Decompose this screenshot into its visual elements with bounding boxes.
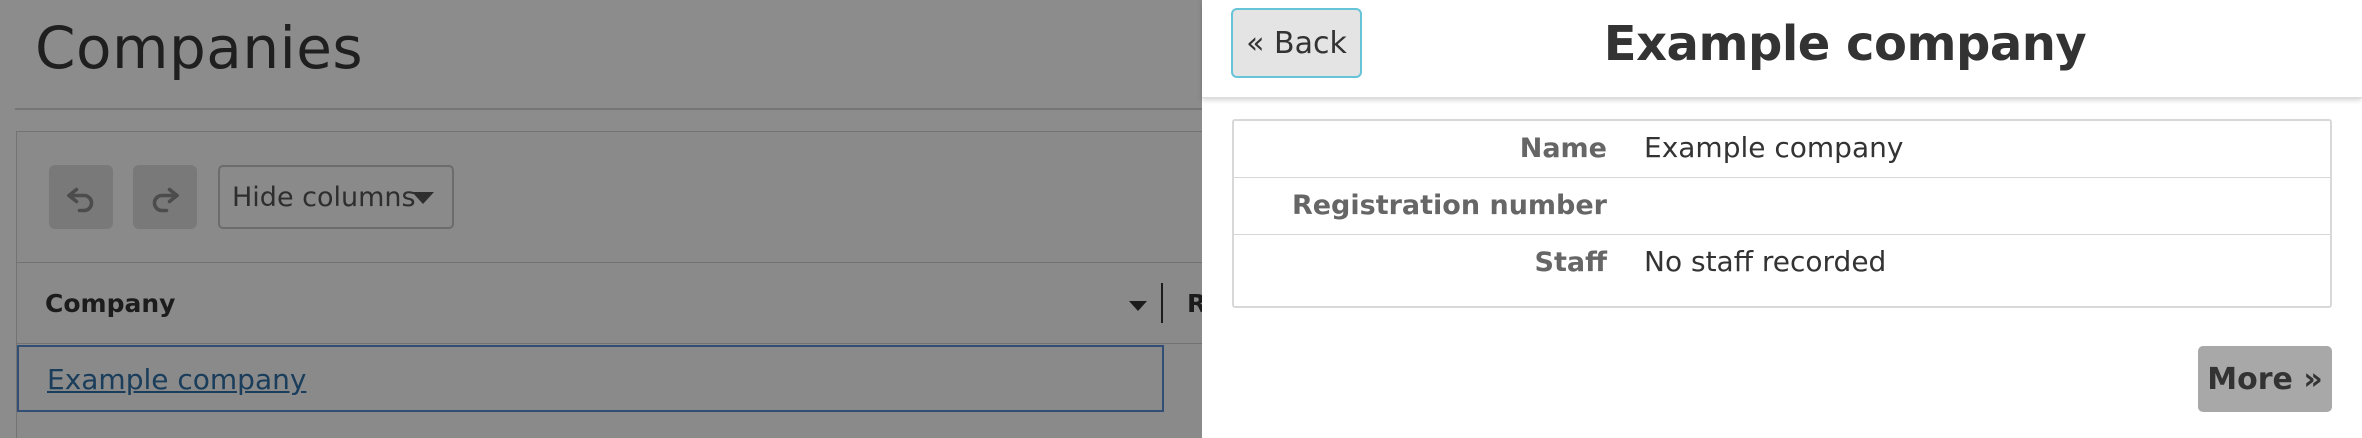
- drawer-header: « Back Example company: [1202, 0, 2362, 98]
- detail-row-name: Name Example company: [1234, 121, 2330, 178]
- modal-overlay[interactable]: [0, 0, 1202, 438]
- detail-value: Example company: [1644, 131, 1904, 164]
- company-detail-drawer: « Back Example company Name Example comp…: [1202, 0, 2362, 438]
- detail-row-staff: Staff No staff recorded: [1234, 235, 2330, 306]
- company-details-table: Name Example company Registration number…: [1232, 119, 2332, 308]
- detail-label: Name: [1519, 133, 1607, 164]
- detail-value: No staff recorded: [1644, 245, 1887, 278]
- detail-label: Registration number: [1291, 190, 1607, 221]
- detail-row-registration-number: Registration number: [1234, 178, 2330, 235]
- drawer-title: Example company: [1603, 16, 2087, 72]
- more-button[interactable]: More »: [2198, 346, 2332, 412]
- detail-label: Staff: [1534, 247, 1607, 278]
